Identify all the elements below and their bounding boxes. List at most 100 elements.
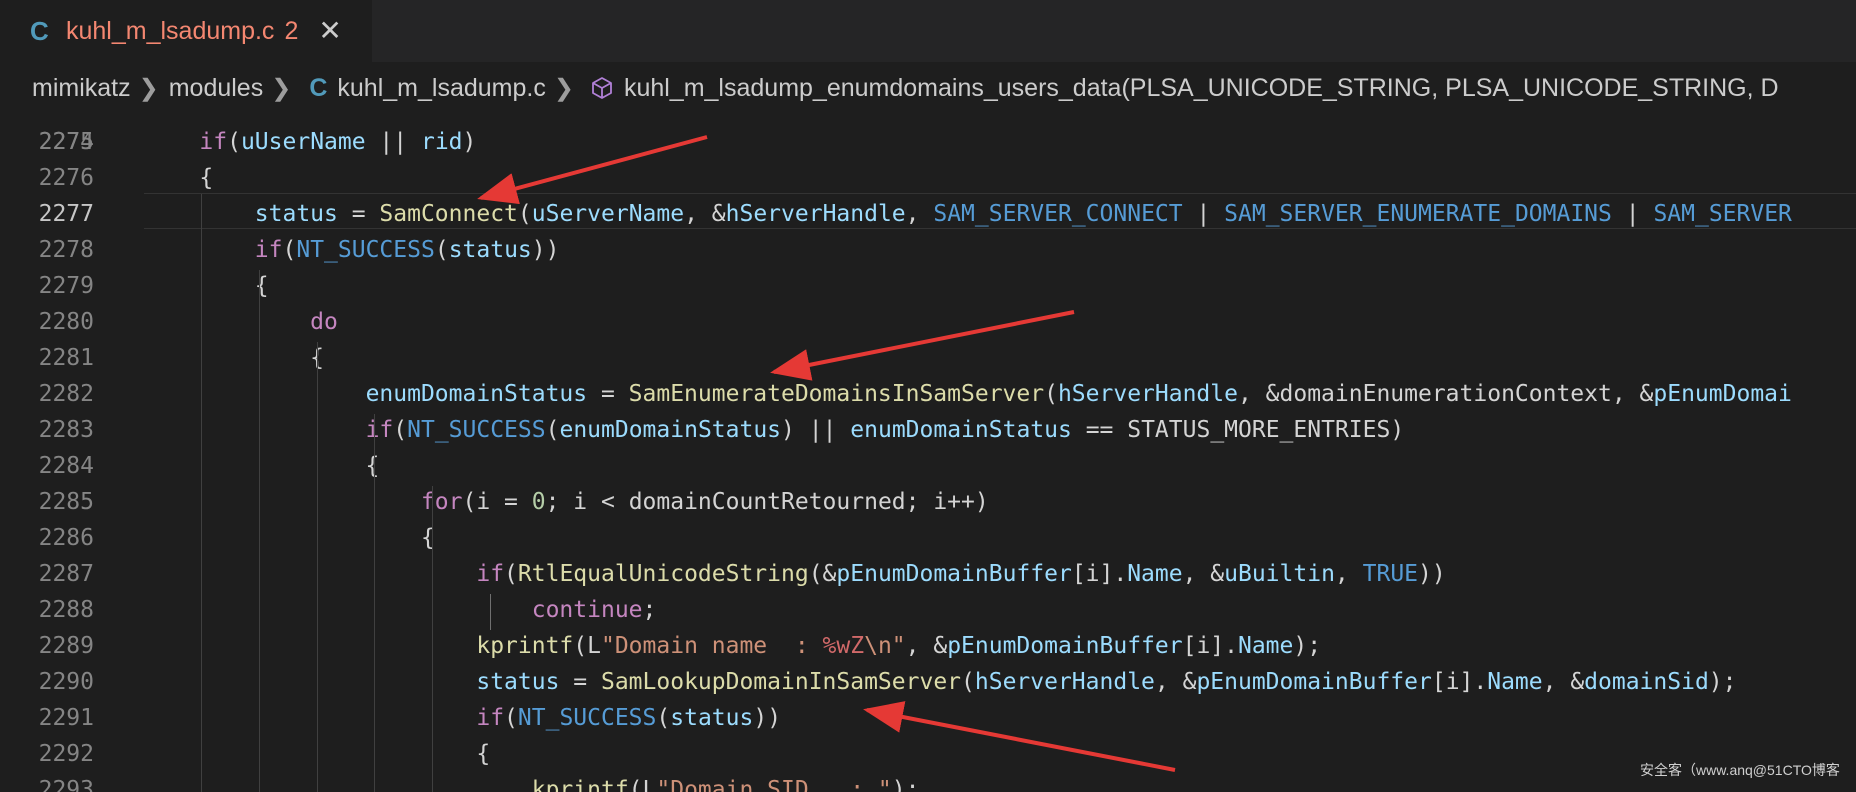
code-line-partial: 2274 [0, 114, 1856, 155]
code-line[interactable]: 2291 if(NT_SUCCESS(status)) [0, 700, 1856, 736]
code-line[interactable]: 2281 { [0, 340, 1856, 376]
line-number: 2281 [38, 345, 94, 371]
code-line[interactable]: 2290 status = SamLookupDomainInSamServer… [0, 664, 1856, 700]
c-file-icon: C [309, 73, 328, 102]
code-text: if(NT_SUCCESS(status)) [144, 700, 781, 736]
line-number: 2291 [38, 705, 94, 731]
code-token: ( [517, 201, 532, 227]
tab-title[interactable]: kuhl_m_lsadump.c [66, 17, 274, 46]
code-token: ); [1293, 633, 1322, 659]
code-token: NT_SUCCESS [517, 705, 657, 731]
code-line[interactable]: 2286 { [0, 520, 1856, 556]
code-token: "Domain SID : " [656, 777, 892, 792]
code-line[interactable]: 2275 if(uUserName || rid) [0, 124, 1856, 160]
code-token: ( [434, 237, 449, 263]
code-line[interactable]: 2280 do [0, 304, 1856, 340]
code-editor[interactable]: 2274 2275 if(uUserName || rid) 2276 {2277… [0, 114, 1856, 792]
code-token: SamConnect [379, 201, 518, 227]
code-line[interactable]: 2283 if(NT_SUCCESS(enumDomainStatus) || … [0, 412, 1856, 448]
code-token: %wZ [822, 633, 865, 659]
code-token: Name [1127, 561, 1183, 587]
code-line[interactable]: 2284 { [0, 448, 1856, 484]
code-token: hServerHandle [725, 201, 906, 227]
code-token: ); [891, 777, 920, 792]
code-token: "Domain name : [600, 633, 823, 659]
code-token: ) [462, 129, 477, 155]
code-token: RtlEqualUnicodeString [517, 561, 809, 587]
editor-tab[interactable]: C kuhl_m_lsadump.c 2 ✕ [0, 0, 372, 62]
code-token: { [144, 525, 435, 551]
code-token: status [448, 237, 532, 263]
code-line[interactable]: 2279 { [0, 268, 1856, 304]
breadcrumb-item-mimikatz[interactable]: mimikatz [32, 74, 131, 103]
indent-guide [259, 270, 260, 792]
code-token: uBuiltin [1224, 561, 1335, 587]
code-text: do [144, 304, 338, 340]
breadcrumb-item-file[interactable]: kuhl_m_lsadump.c [337, 74, 545, 103]
code-token: enumDomainStatus [850, 417, 1072, 443]
code-token: | [1611, 201, 1654, 227]
code-token: , [1334, 561, 1363, 587]
code-line[interactable]: 2288 continue; [0, 592, 1856, 628]
breadcrumb: mimikatz ❯ modules ❯ C kuhl_m_lsadump.c … [0, 62, 1856, 114]
code-text: enumDomainStatus = SamEnumerateDomainsIn… [144, 376, 1792, 412]
code-token: ( [393, 417, 408, 443]
watermark: 安全客（www.anq@51CTO博客 [1640, 762, 1840, 778]
code-token: SamLookupDomainInSamServer [600, 669, 962, 695]
line-number: 2285 [38, 489, 94, 515]
code-token: ( [545, 417, 560, 443]
close-icon[interactable]: ✕ [318, 17, 341, 45]
breadcrumb-symbol[interactable]: kuhl_m_lsadump_enumdomains_users_data(PL… [624, 74, 1779, 103]
code-token: if [199, 129, 228, 155]
code-token: ( [961, 669, 975, 695]
code-token: kprintf [531, 777, 629, 792]
code-token: kprintf [476, 633, 574, 659]
code-token: || [365, 129, 421, 155]
line-number: 2288 [38, 597, 94, 623]
line-number: 2286 [38, 525, 94, 551]
code-line[interactable]: 2278 if(NT_SUCCESS(status)) [0, 232, 1856, 268]
c-file-icon: C [30, 15, 49, 46]
code-token: uServerName [531, 201, 685, 227]
line-number: 2278 [38, 237, 94, 263]
code-line[interactable]: 2292 { [0, 736, 1856, 772]
code-token: ; [642, 597, 657, 623]
code-line[interactable]: 2277 status = SamConnect(uServerName, &h… [0, 196, 1856, 232]
code-line[interactable]: 2285 for(i = 0; i < domainCountRetourned… [0, 484, 1856, 520]
code-line[interactable]: 2287 if(RtlEqualUnicodeString(&pEnumDoma… [0, 556, 1856, 592]
code-token: rid [420, 129, 463, 155]
code-text: { [144, 160, 213, 196]
line-number: 2293 [38, 777, 94, 792]
problems-count-badge: 2 [284, 16, 299, 45]
line-number: 2284 [38, 453, 94, 479]
code-token: status [254, 201, 338, 227]
code-token: , & [1542, 669, 1585, 695]
code-line[interactable]: 2289 kprintf(L"Domain name : %wZ\n", &pE… [0, 628, 1856, 664]
code-line[interactable]: 2293 kprintf(L"Domain SID : "); [0, 772, 1856, 792]
code-line[interactable]: 2276 { [0, 160, 1856, 196]
code-text: { [144, 520, 435, 556]
code-token: (& [808, 561, 837, 587]
code-token: TRUE [1362, 561, 1419, 587]
code-token: NT_SUCCESS [407, 417, 546, 443]
code-token: enumDomainStatus [365, 381, 588, 407]
code-token: enumDomainStatus [559, 417, 782, 443]
code-token: NT_SUCCESS [296, 237, 435, 263]
code-token: ( [504, 561, 518, 587]
code-token: Name [1237, 633, 1294, 659]
code-token: )) [1418, 561, 1446, 587]
code-text: if(NT_SUCCESS(status)) [144, 232, 560, 268]
code-token: ( [656, 705, 671, 731]
code-token: Name [1487, 669, 1543, 695]
code-token: | [1182, 201, 1225, 227]
code-token: )) [531, 237, 560, 263]
breadcrumb-item-modules[interactable]: modules [169, 74, 264, 103]
code-line[interactable]: 2282 enumDomainStatus = SamEnumerateDoma… [0, 376, 1856, 412]
code-token: ) || [781, 417, 851, 443]
